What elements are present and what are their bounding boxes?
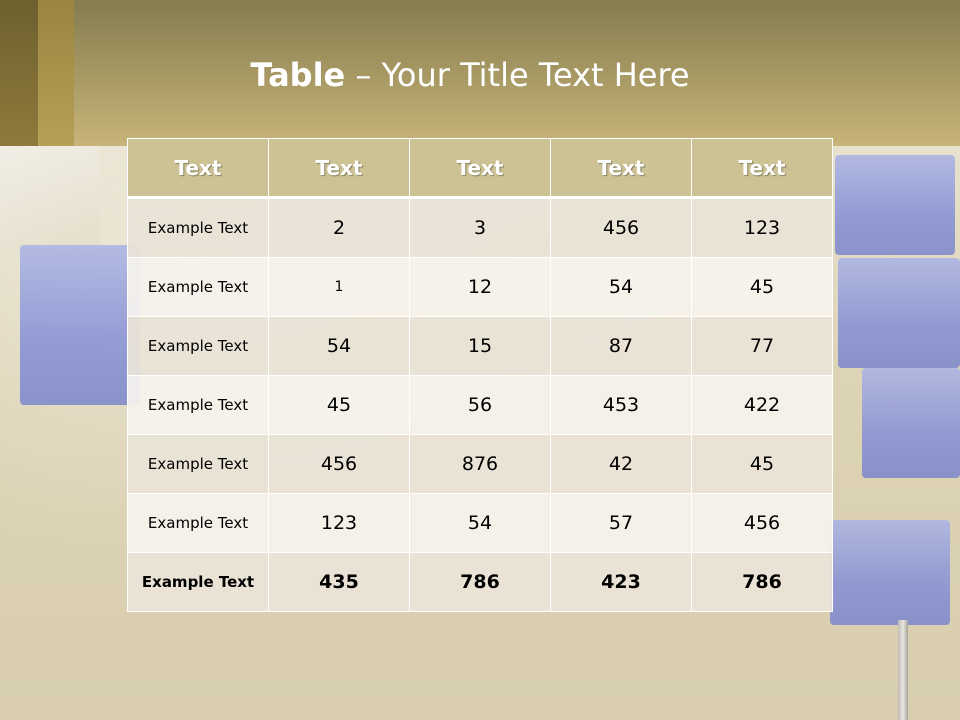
table-header-cell: Text	[550, 138, 692, 199]
table-cell: 57	[550, 493, 692, 553]
table-cell: 453	[550, 375, 692, 435]
title-bold-part: Table	[250, 56, 346, 94]
row-label: Example Text	[127, 552, 269, 612]
table-header-cell: Text	[409, 138, 551, 199]
row-label: Example Text	[127, 434, 269, 494]
row-label: Example Text	[127, 375, 269, 435]
background-pole	[898, 620, 908, 720]
table-cell: 42	[550, 434, 692, 494]
table-row: Example Text 45 56 453 422	[127, 375, 833, 435]
table-header-cell: Text	[127, 138, 269, 199]
table-row: Example Text 2 3 456 123	[127, 197, 833, 258]
table-cell: 456	[268, 434, 410, 494]
table-cell: 45	[268, 375, 410, 435]
table-row: Example Text 54 15 87 77	[127, 316, 833, 376]
table-cell: 423	[550, 552, 692, 612]
table-row: Example Text 123 54 57 456	[127, 493, 833, 553]
row-label: Example Text	[127, 197, 269, 258]
background-crate	[862, 368, 960, 478]
background-crate	[835, 155, 955, 255]
table-total-row: Example Text 435 786 423 786	[127, 552, 833, 612]
title-rest: – Your Title Text Here	[345, 56, 690, 94]
table-cell: 87	[550, 316, 692, 376]
table-row: Example Text 1 12 54 45	[127, 257, 833, 317]
background-crate	[20, 245, 140, 405]
table-cell: 786	[409, 552, 551, 612]
table-cell: 3	[409, 197, 551, 258]
table-header-cell: Text	[691, 138, 833, 199]
table-cell: 123	[268, 493, 410, 553]
background-wall	[0, 146, 100, 256]
table-cell: 456	[550, 197, 692, 258]
background-crate	[838, 258, 960, 368]
background-crate	[830, 520, 950, 625]
table-row: Example Text 456 876 42 45	[127, 434, 833, 494]
table-cell: 422	[691, 375, 833, 435]
data-table: Text Text Text Text Text Example Text 2 …	[127, 138, 833, 612]
table-cell: 876	[409, 434, 551, 494]
table-cell: 54	[550, 257, 692, 317]
slide: Table – Your Title Text Here Text Text T…	[0, 0, 960, 720]
table-cell: 15	[409, 316, 551, 376]
table-cell: 77	[691, 316, 833, 376]
table-cell: 45	[691, 257, 833, 317]
row-label: Example Text	[127, 257, 269, 317]
table-cell: 435	[268, 552, 410, 612]
row-label: Example Text	[127, 493, 269, 553]
table-cell: 45	[691, 434, 833, 494]
table-cell: 56	[409, 375, 551, 435]
slide-title: Table – Your Title Text Here	[0, 52, 940, 98]
table-cell: 54	[409, 493, 551, 553]
table-cell: 54	[268, 316, 410, 376]
table-cell: 456	[691, 493, 833, 553]
table-cell: 12	[409, 257, 551, 317]
table-header-row: Text Text Text Text Text	[127, 138, 833, 199]
table-cell: 2	[268, 197, 410, 258]
table-cell: 786	[691, 552, 833, 612]
table-header-cell: Text	[268, 138, 410, 199]
row-label: Example Text	[127, 316, 269, 376]
table-cell: 123	[691, 197, 833, 258]
table-cell: 1	[268, 257, 410, 317]
